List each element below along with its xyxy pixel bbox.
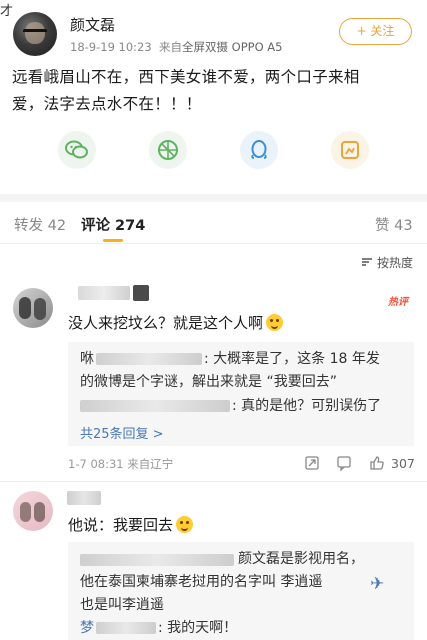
sort-icon[interactable] [361,257,373,267]
redacted-name-blur [67,491,101,505]
reply-box[interactable]: 咻 : 大概率是了，这条 18 年发 的微博是个字谜，解出来就是 “我要回去” … [68,342,414,446]
hot-comment-badge: 热评 [388,297,408,308]
reply-text: : 大概率是了，这条 18 年发 [204,351,380,367]
avatar-figure [34,298,46,320]
reply-box[interactable]: 颜文磊是影视用名， 他在泰国柬埔寨老挝用的名字叫 李逍遥 ✈ 也是叫李逍遥 梦 … [68,542,414,640]
reply-author[interactable]: 咻 [80,351,94,367]
redacted-name-blur [78,286,130,300]
commenter-avatar[interactable] [13,491,53,531]
comment-text-content: 没人来挖坟么？就是这个人啊 [68,314,264,332]
post-source: 全屏双摄 OPPO A5 [182,40,283,54]
post-text-line-2: 爱，法字去点水不在！！！ [12,95,202,113]
redacted-name-blur [133,285,149,301]
wechat-icon[interactable] [58,131,96,169]
reply-author[interactable]: 梦 [80,620,94,636]
comment-text: 没人来挖坟么？就是这个人啊 [68,312,284,333]
tabs-row: 转发 42 评论 274 赞 43 [0,206,427,242]
comment-text-content: 他说：我要回去 [68,516,174,534]
active-tab-indicator [103,239,123,242]
like-count: 307 [391,456,415,471]
redacted-name-blur [96,622,156,634]
avatar-figure [34,502,45,522]
reply-text: 也是叫李逍遥 [80,597,164,613]
more-replies-link[interactable]: 共25条回复 > [80,423,164,442]
section-divider [0,194,427,202]
post-time: 18-9-19 10:23 [70,40,152,54]
tab-reposts[interactable]: 转发 42 [14,214,66,235]
avatar-figure [20,502,31,522]
comment-divider [0,481,427,482]
repost-icon[interactable] [304,455,320,471]
qzone-icon[interactable] [331,131,369,169]
comment-icon[interactable] [336,455,352,471]
reply-line: 梦 [80,617,94,640]
post-text-line-1: 远看峨眉山不在，西下美女谁不爱，两个口子来相 [12,68,360,86]
share-row [0,131,427,179]
comment-location: 来自辽宁 [127,457,174,471]
laughing-emoji-icon [266,314,284,331]
reply-text: 颜文磊是影视用名， [238,551,364,567]
post-header: 颜文磊 18-9-19 10:23 来自全屏双摄 OPPO A5 + 关注 [0,0,427,64]
airplane-emoji-icon: ✈ [370,574,385,594]
comment-footer: 1-7 08:31 来自辽宁 [68,456,173,472]
redacted-name-blur [96,353,202,365]
post-source-prefix: 来自 [159,40,182,54]
follow-button[interactable]: + 关注 [339,18,412,45]
tab-comments[interactable]: 评论 274 [81,214,145,235]
reply-text: : 我的天啊！ [158,620,238,636]
surprised-emoji-icon [176,516,194,533]
commenter-avatar[interactable] [13,288,53,328]
sort-button[interactable]: 按热度 [377,254,413,271]
qq-icon[interactable] [240,131,278,169]
tab-likes[interactable]: 赞 43 [375,214,413,235]
author-avatar[interactable] [13,12,57,56]
tabs-divider [0,243,427,244]
reply-text: : 真的是他？可别误伤了 [232,398,382,414]
post-text: 远看峨眉山不在，西下美女谁不爱，两个口子来相 爱，法字去点水不在！！！ [12,64,417,118]
post-meta: 18-9-19 10:23 来自全屏双摄 OPPO A5 [70,39,282,55]
reply-line: 咻 [80,348,94,371]
reply-text: 的微博是个字谜，解出来就是 “我要回去” [80,374,337,390]
like-icon[interactable] [369,455,385,471]
moments-icon[interactable] [149,131,187,169]
redacted-name-blur [80,554,234,566]
reply-text: 他在泰国柬埔寨老挝用的名字叫 李逍遥 [80,574,323,590]
avatar-figure [19,297,31,319]
avatar-glasses [23,29,47,35]
redacted-name-blur [80,400,230,412]
author-name[interactable]: 颜文磊 [70,14,115,35]
comment-text: 他说：我要回去 [68,514,194,535]
comment-time: 1-7 08:31 [68,457,124,471]
